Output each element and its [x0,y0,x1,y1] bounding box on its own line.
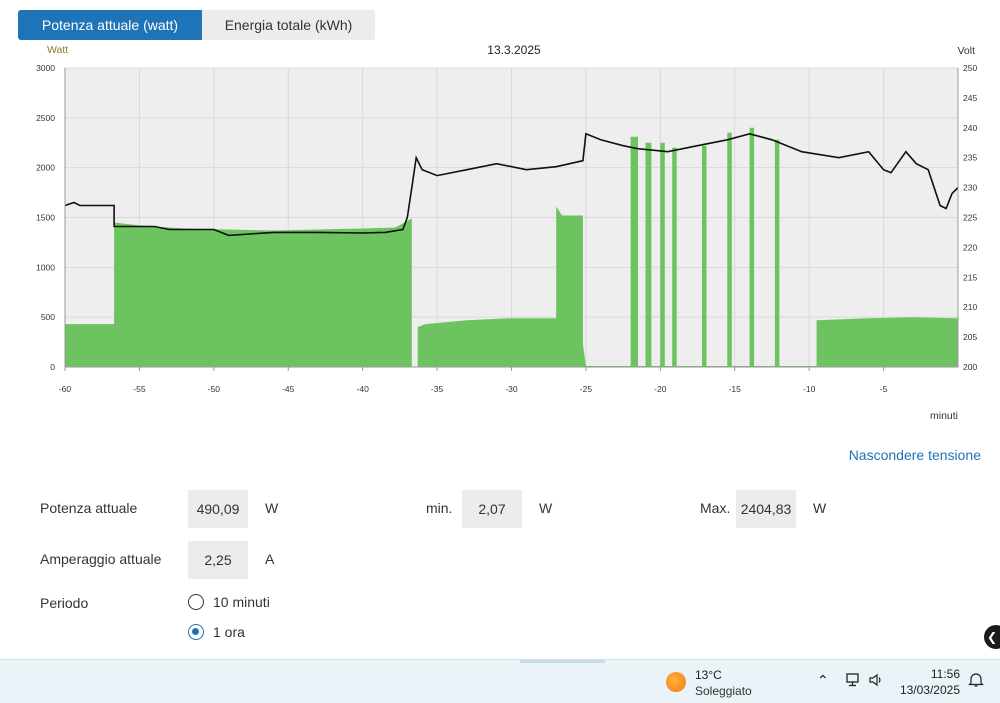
weather-description[interactable]: Soleggiato [695,684,752,698]
y-right-tick-label: 210 [963,302,977,312]
y-right-tick-label: 205 [963,332,977,342]
sun-weather-icon[interactable] [666,672,686,692]
current-power-value: 490,09 [188,490,248,528]
y-right-tick-label: 220 [963,242,977,252]
windows-taskbar: 13°C Soleggiato ⌃ 11:56 13/03/2025 [0,659,1000,703]
left-axis-label: Watt [47,44,68,56]
radio-button[interactable] [188,594,204,610]
period-option-10-minutes[interactable]: 10 minuti [188,594,270,610]
power-voltage-chart: 0 500 1000 1500 2000 2500 3000 200 205 210 215 220 2… [36,43,977,422]
y-right-tick-label: 235 [963,153,977,163]
x-tick-label: -60 [59,384,72,394]
max-unit: W [813,500,827,516]
period-option-label: 1 ora [213,624,245,640]
current-amperage-unit: A [265,551,275,567]
y-left-tick-label: 1000 [36,262,55,272]
clock-date[interactable]: 13/03/2025 [900,683,960,697]
scroll-to-top-icon[interactable]: ❮ [984,625,1000,649]
y-right-tick-label: 200 [963,362,977,372]
y-left-tick-label: 2500 [36,113,55,123]
current-amperage-value: 2,25 [188,541,248,579]
x-tick-label: -10 [803,384,816,394]
radio-button-checked[interactable] [188,624,204,640]
x-axis-label: minuti [930,410,958,422]
x-tick-label: -50 [208,384,221,394]
x-tick-label: -15 [729,384,742,394]
current-power-label: Potenza attuale [40,500,138,516]
y-left-tick-label: 3000 [36,63,55,73]
clock-time[interactable]: 11:56 [931,667,960,681]
min-label: min. [426,500,453,516]
chevron-up-icon[interactable]: ⌃ [817,672,829,689]
y-left-tick-label: 500 [41,312,55,322]
network-icon[interactable] [845,672,861,691]
max-value: 2404,83 [736,490,796,528]
y-right-tick-label: 250 [963,63,977,73]
x-tick-label: -20 [654,384,667,394]
weather-temperature[interactable]: 13°C [695,668,722,682]
right-axis-label: Volt [957,45,975,57]
y-left-tick-label: 2000 [36,163,55,173]
max-label: Max. [700,500,731,516]
x-tick-label: -25 [580,384,593,394]
tab-bar: Potenza attuale (watt) Energia totale (k… [18,10,375,40]
hide-voltage-link[interactable]: Nascondere tensione [849,447,981,463]
y-right-tick-label: 215 [963,272,977,282]
current-power-unit: W [265,500,279,516]
x-tick-label: -30 [505,384,518,394]
y-right-tick-label: 225 [963,213,977,223]
period-label: Periodo [40,595,89,611]
tab-current-power[interactable]: Potenza attuale (watt) [18,10,202,40]
min-value: 2,07 [462,490,522,528]
chart-title: 13.3.2025 [487,43,541,57]
y-left-tick-label: 1500 [36,213,55,223]
x-tick-label: -35 [431,384,444,394]
current-amperage-label: Amperaggio attuale [40,551,162,567]
x-tick-label: -45 [282,384,295,394]
notification-icon[interactable] [968,672,984,691]
min-unit: W [539,500,553,516]
x-tick-label: -5 [880,384,888,394]
x-tick-label: -55 [133,384,146,394]
taskbar-app-indicator[interactable] [520,660,605,663]
y-right-tick-label: 245 [963,93,977,103]
period-option-label: 10 minuti [213,594,270,610]
y-right-tick-label: 230 [963,183,977,193]
y-left-tick-label: 0 [50,362,55,372]
period-option-1-hour[interactable]: 1 ora [188,624,245,640]
y-right-tick-label: 240 [963,123,977,133]
x-tick-label: -40 [357,384,370,394]
volume-icon[interactable] [868,672,884,691]
tab-total-energy[interactable]: Energia totale (kWh) [202,10,375,40]
